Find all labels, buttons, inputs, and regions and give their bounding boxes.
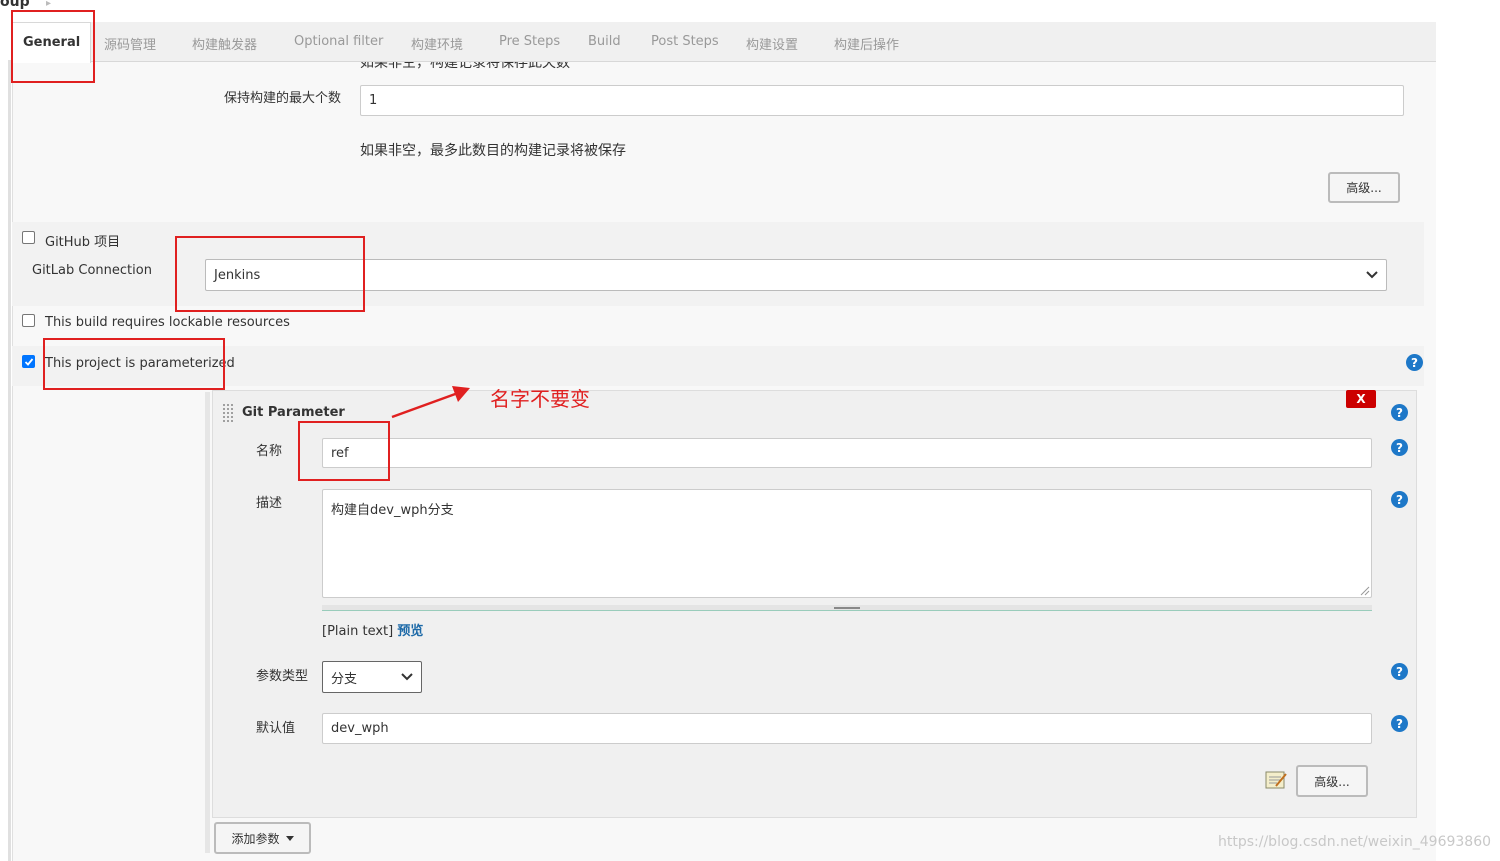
param-name-label: 名称 — [256, 444, 283, 459]
param-type-value: 分支 — [331, 671, 358, 687]
tab-scm[interactable]: 源码管理 — [104, 34, 156, 53]
format-hint: [Plain text] 预览 — [322, 620, 423, 639]
chevron-down-icon — [1366, 271, 1378, 279]
chevron-down-icon — [401, 673, 413, 681]
gitlab-connection-label: GitLab Connection — [32, 263, 152, 278]
breadcrumb: oup ▸ — [0, 0, 51, 10]
max-builds-help: 如果非空，最多此数目的构建记录将被保存 — [360, 143, 626, 159]
tab-optional-filter[interactable]: Optional filter — [294, 34, 383, 49]
lockable-checkbox[interactable] — [22, 314, 35, 327]
tab-triggers[interactable]: 构建触发器 — [192, 34, 257, 53]
resize-bar-handle-icon — [834, 607, 860, 609]
annotation-box-general — [11, 10, 95, 83]
annotation-box-name — [298, 421, 390, 481]
resize-grip-icon[interactable] — [1360, 586, 1370, 596]
param-type-label: 参数类型 — [256, 669, 309, 684]
add-parameter-button[interactable]: 添加参数 — [214, 822, 311, 854]
param-default-help-icon[interactable]: ? — [1391, 715, 1408, 732]
days-help-clip: 如果非空，构建记录将保存此天数 — [360, 62, 760, 72]
param-name-help-icon[interactable]: ? — [1391, 439, 1408, 456]
card-left-rail — [205, 392, 210, 853]
preview-link[interactable]: 预览 — [397, 624, 423, 639]
github-label: GitHub 项目 — [45, 235, 121, 250]
tab-build-settings[interactable]: 构建设置 — [746, 34, 798, 53]
format-text: [Plain text] — [322, 624, 394, 639]
parameterized-checkbox[interactable] — [22, 355, 35, 368]
discard-advanced-button[interactable]: 高级... — [1328, 172, 1400, 203]
delete-parameter-button[interactable]: X — [1346, 390, 1376, 408]
param-desc-label: 描述 — [256, 496, 283, 511]
git-parameter-help-icon[interactable]: ? — [1391, 404, 1408, 421]
param-name-input[interactable]: ref — [322, 438, 1372, 468]
breadcrumb-caret-icon: ▸ — [46, 0, 52, 9]
tab-post-build[interactable]: 构建后操作 — [834, 34, 899, 53]
add-parameter-label: 添加参数 — [231, 831, 280, 846]
days-help-text: 如果非空，构建记录将保存此天数 — [360, 62, 570, 71]
max-builds-label: 保持构建的最大个数 — [224, 91, 342, 106]
max-builds-input[interactable]: 1 — [360, 85, 1404, 116]
gitlab-connection-select[interactable]: Jenkins — [205, 259, 1387, 291]
checkmark-icon — [24, 357, 33, 366]
tab-build-env[interactable]: 构建环境 — [411, 34, 463, 53]
tab-pre-steps[interactable]: Pre Steps — [499, 34, 560, 49]
breadcrumb-text: oup — [0, 0, 30, 10]
param-advanced-button[interactable]: 高级... — [1296, 765, 1368, 797]
lockable-label: This build requires lockable resources — [45, 315, 290, 330]
annotation-text: 名字不要变 — [490, 387, 590, 411]
param-type-help-icon[interactable]: ? — [1391, 663, 1408, 680]
annotation-box-gitlab — [175, 236, 365, 312]
parameterized-help-icon[interactable]: ? — [1406, 354, 1423, 371]
tab-build[interactable]: Build — [588, 34, 621, 49]
watermark: https://blog.csdn.net/weixin_49693860 — [1218, 834, 1492, 850]
tab-post-steps[interactable]: Post Steps — [651, 34, 719, 49]
git-parameter-title: Git Parameter — [242, 405, 345, 420]
left-divider — [8, 60, 11, 861]
github-checkbox[interactable] — [22, 231, 35, 244]
drag-handle-icon[interactable] — [222, 403, 234, 423]
param-default-input[interactable]: dev_wph — [322, 713, 1372, 744]
param-default-label: 默认值 — [256, 721, 296, 736]
notepad-icon[interactable] — [1264, 769, 1288, 791]
param-type-select[interactable]: 分支 — [322, 661, 422, 693]
annotation-arrow-icon — [391, 386, 470, 419]
param-desc-help-icon[interactable]: ? — [1391, 491, 1408, 508]
caret-down-icon — [285, 835, 294, 841]
annotation-box-parameterized — [43, 338, 225, 390]
tab-bar: General 源码管理 构建触发器 Optional filter 构建环境 … — [12, 22, 1436, 63]
param-desc-textarea[interactable]: 构建自dev_wph分支 — [322, 489, 1372, 598]
